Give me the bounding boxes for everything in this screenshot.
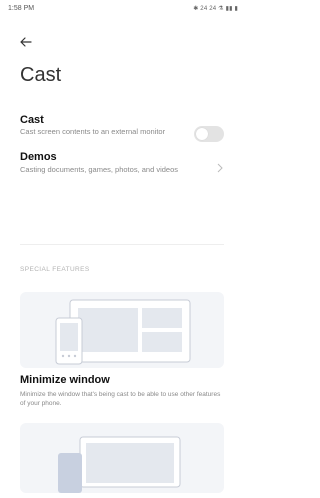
- cast-window-graphic: [55, 299, 191, 365]
- back-button[interactable]: [18, 34, 34, 50]
- feature-illustration-2: [20, 423, 224, 493]
- demos-description: Casting documents, games, photos, and vi…: [20, 165, 179, 174]
- demos-title: Demos: [20, 151, 57, 163]
- minimize-window-illustration: [20, 292, 224, 368]
- cast-window-graphic-2: [58, 436, 181, 493]
- chevron-right-icon: [217, 163, 223, 173]
- status-icons: ✱ 24 24 ⚗ ▮▮ ▮: [193, 6, 238, 12]
- cast-description: Cast screen contents to an external moni…: [20, 127, 166, 136]
- status-bar: 1:58 PM ✱ 24 24 ⚗ ▮▮ ▮: [0, 0, 242, 18]
- cast-toggle[interactable]: [194, 126, 224, 142]
- feature-title-minimize-window: Minimize window: [20, 374, 110, 386]
- arrow-left-icon: [20, 37, 32, 47]
- toggle-knob: [196, 128, 208, 140]
- section-header-special-features: SPECIAL FEATURES: [20, 266, 90, 273]
- status-time: 1:58 PM: [8, 5, 35, 12]
- page-title: Cast: [20, 64, 62, 86]
- feature-description-minimize-window: Minimize the window that's being cast to…: [20, 391, 221, 407]
- section-divider: [20, 244, 224, 245]
- cast-title: Cast: [20, 114, 44, 126]
